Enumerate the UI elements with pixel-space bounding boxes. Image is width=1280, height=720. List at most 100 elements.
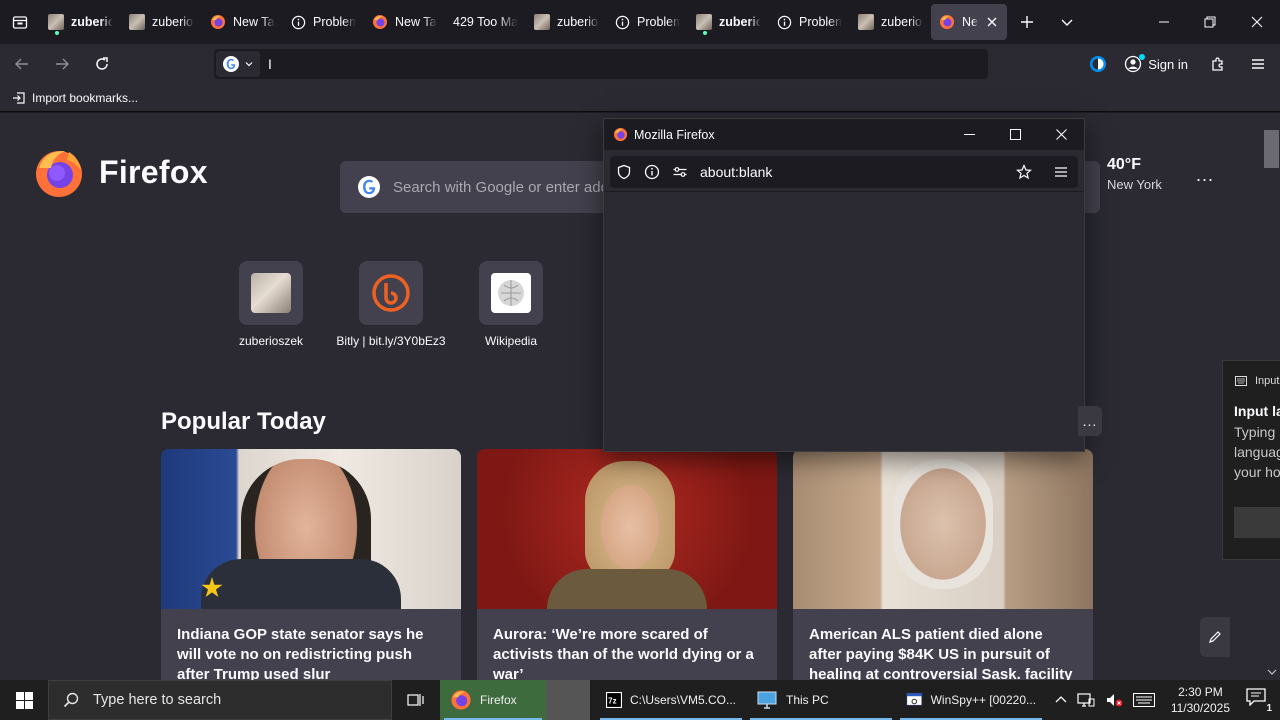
tab-3[interactable]: Problem loading page bbox=[283, 4, 364, 40]
scroll-thumb[interactable] bbox=[1264, 130, 1279, 168]
tab-label: Problem loading page bbox=[637, 15, 680, 29]
list-all-tabs-button[interactable] bbox=[1047, 0, 1087, 44]
keyboard-icon bbox=[1235, 376, 1247, 386]
restore-icon bbox=[1204, 16, 1216, 28]
permissions-icon[interactable] bbox=[672, 164, 688, 180]
import-bookmarks-link[interactable]: Import bookmarks... bbox=[32, 91, 138, 105]
toast-header-label: Input bbox=[1255, 375, 1280, 387]
bookmark-star-icon[interactable] bbox=[1016, 164, 1032, 180]
tab-0[interactable]: zuberioszek bbox=[40, 4, 121, 40]
popup-minimize-button[interactable] bbox=[946, 119, 992, 150]
tab-10[interactable]: zuberioszek bbox=[850, 4, 931, 40]
popup-more-button[interactable]: ... bbox=[1078, 406, 1102, 436]
weather-temperature: 40°F bbox=[1107, 156, 1141, 173]
firefox-view-button[interactable] bbox=[0, 0, 40, 44]
taskbar-app-label: Firefox bbox=[480, 693, 517, 707]
app-menu-button[interactable] bbox=[1240, 48, 1276, 80]
toast-body-line: your ho bbox=[1234, 464, 1280, 480]
popup-maximize-button[interactable] bbox=[992, 119, 1038, 150]
story-card[interactable]: American ALS patient died alone after pa… bbox=[793, 449, 1093, 680]
popup-window[interactable]: Mozilla Firefox about:blank bbox=[603, 118, 1085, 452]
tab-2[interactable]: New Tab bbox=[202, 4, 283, 40]
reload-icon bbox=[96, 57, 108, 70]
puzzle-icon bbox=[1212, 57, 1223, 71]
start-button[interactable] bbox=[0, 680, 48, 720]
chevron-up-icon[interactable] bbox=[1055, 695, 1067, 705]
tab-4[interactable]: New Tab bbox=[364, 4, 445, 40]
tab-thumbnail-icon bbox=[534, 14, 550, 30]
firefox-view-icon bbox=[12, 16, 28, 29]
notification-icon bbox=[1246, 688, 1266, 707]
taskbar-search-box[interactable]: Type here to search bbox=[48, 680, 392, 720]
close-window-button[interactable] bbox=[1234, 0, 1280, 44]
sign-in-button[interactable]: Sign in bbox=[1116, 49, 1196, 79]
story-title: Aurora: ‘We’re more scared of activists … bbox=[493, 626, 754, 680]
story-card[interactable]: Indiana GOP state senator says he will v… bbox=[161, 449, 461, 680]
newtab-search-placeholder: Search with Google or enter address bbox=[393, 178, 638, 196]
taskbar-app-winspy[interactable]: WinSpy++ [00220... bbox=[896, 680, 1046, 720]
tab-7[interactable]: Problem loading page bbox=[607, 4, 688, 40]
top-site-label: zuberioszek bbox=[238, 334, 304, 348]
winspy-icon bbox=[906, 692, 923, 706]
taskbar-app-firefox-extra[interactable] bbox=[546, 680, 590, 720]
toast-action-button[interactable] bbox=[1234, 507, 1280, 538]
firefox-icon bbox=[451, 690, 471, 710]
url-bar[interactable]: I bbox=[214, 49, 988, 79]
minimize-button[interactable] bbox=[1141, 0, 1187, 44]
top-site-bitly[interactable]: Bitly | bit.ly/3Y0bEz3 bbox=[331, 261, 451, 349]
popup-url-text[interactable]: about:blank bbox=[700, 164, 772, 180]
search-engine-button[interactable] bbox=[216, 51, 260, 77]
tab-thumbnail-icon bbox=[858, 14, 874, 30]
input-language-toast[interactable]: Input Input language Typing language you… bbox=[1222, 360, 1280, 560]
search-icon bbox=[63, 692, 79, 708]
hamburger-icon[interactable] bbox=[1054, 165, 1068, 179]
top-site-wikipedia[interactable]: Wikipedia bbox=[451, 261, 571, 349]
story-image bbox=[477, 449, 777, 609]
action-center-button[interactable]: 1 bbox=[1246, 688, 1272, 714]
tab-9[interactable]: Problem loading page bbox=[769, 4, 850, 40]
popup-close-button[interactable] bbox=[1038, 119, 1084, 150]
taskbar-app-firefox[interactable]: Firefox bbox=[440, 680, 546, 720]
tab-5[interactable]: 429 Too Many Requests bbox=[445, 4, 526, 40]
arrow-right-icon bbox=[56, 58, 69, 70]
reload-button[interactable] bbox=[84, 48, 120, 80]
popular-today-heading: Popular Today bbox=[161, 408, 326, 435]
clock[interactable]: 2:30 PM 11/30/2025 bbox=[1171, 684, 1230, 716]
firefox-icon bbox=[373, 15, 387, 29]
tab-6[interactable]: zuberioszek bbox=[526, 4, 607, 40]
scroll-down-arrow[interactable] bbox=[1263, 664, 1280, 680]
task-view-button[interactable] bbox=[392, 680, 440, 720]
taskbar-app-this-pc[interactable]: This PC bbox=[746, 680, 896, 720]
tab-active[interactable]: New Tab bbox=[931, 4, 1007, 40]
back-button[interactable] bbox=[4, 48, 40, 80]
notification-dot bbox=[1139, 54, 1146, 60]
vpn-button[interactable] bbox=[1080, 48, 1116, 80]
weather-more-button[interactable]: ... bbox=[1196, 165, 1214, 186]
forward-button[interactable] bbox=[44, 48, 80, 80]
story-card[interactable]: Aurora: ‘We’re more scared of activists … bbox=[477, 449, 777, 680]
extensions-button[interactable] bbox=[1200, 48, 1236, 80]
taskbar-app-7zip[interactable]: 7z C:\Users\VM5.CO... bbox=[596, 680, 746, 720]
shield-icon[interactable] bbox=[616, 164, 632, 180]
top-site-label: Wikipedia bbox=[484, 334, 538, 348]
keyboard-icon[interactable] bbox=[1132, 693, 1155, 707]
new-tab-button[interactable] bbox=[1007, 0, 1047, 44]
task-view-icon bbox=[407, 694, 424, 706]
customize-button[interactable] bbox=[1200, 617, 1230, 657]
network-icon[interactable] bbox=[1077, 692, 1095, 708]
tab-1[interactable]: zuberioszek bbox=[121, 4, 202, 40]
top-site-zuberioszek[interactable]: zuberioszek bbox=[211, 261, 331, 349]
popup-url-bar[interactable]: about:blank bbox=[610, 156, 1078, 188]
info-icon[interactable] bbox=[644, 164, 660, 180]
url-input[interactable]: I bbox=[268, 56, 272, 72]
close-tab-icon[interactable] bbox=[985, 15, 999, 29]
weather-widget[interactable]: 40°F New York bbox=[1107, 156, 1162, 192]
firefox-icon bbox=[211, 15, 225, 29]
volume-muted-icon[interactable] bbox=[1105, 692, 1123, 708]
arrow-left-icon bbox=[15, 58, 28, 70]
tab-8[interactable]: zuberioszek bbox=[688, 4, 769, 40]
tab-label: 429 Too Many Requests bbox=[453, 15, 518, 29]
popup-content bbox=[604, 191, 1084, 451]
restore-button[interactable] bbox=[1187, 0, 1233, 44]
zuberioszek-thumbnail bbox=[251, 273, 291, 313]
